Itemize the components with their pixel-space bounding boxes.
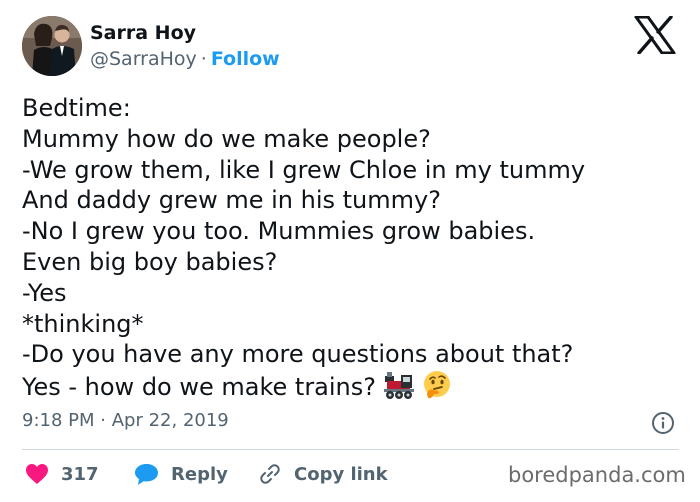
tweet-line: -Do you have any more questions about th… — [22, 340, 574, 369]
thinking-face-icon — [424, 371, 451, 399]
tweet-line: -We grow them, like I grew Chloe in my t… — [22, 155, 586, 184]
tweet-line: -No I grew you too. Mummies grow babies. — [22, 217, 536, 246]
tweet-date: Apr 22, 2019 — [111, 410, 229, 431]
author-display-name[interactable]: Sarra Hoy — [90, 22, 196, 44]
author-handle[interactable]: @SarraHoy — [90, 48, 197, 70]
separator-dot: · — [100, 410, 106, 431]
tweet-card: Sarra Hoy @SarraHoy · Follow Bedtime: Mumm… — [0, 0, 700, 502]
tweet-time: 9:18 PM — [22, 410, 95, 431]
tweet-line: And daddy grew me in his tummy? — [22, 186, 441, 215]
info-icon[interactable] — [651, 411, 675, 435]
link-icon — [260, 464, 280, 484]
follow-button[interactable]: Follow — [211, 48, 280, 70]
x-logo-icon[interactable] — [634, 16, 676, 54]
avatar-photo — [22, 16, 82, 76]
tweet-text: Bedtime: Mummy how do we make people? -W… — [22, 93, 682, 403]
tweet-timestamp[interactable]: 9:18 PM · Apr 22, 2019 — [22, 410, 229, 431]
like-button[interactable]: 317 — [25, 458, 99, 490]
steam-locomotive-icon — [384, 372, 415, 400]
tweet-line: Yes - how do we make trains? — [22, 373, 377, 402]
copy-link-label: Copy link — [294, 463, 388, 485]
reply-label: Reply — [171, 463, 228, 485]
tweet-line: Mummy how do we make people? — [22, 124, 431, 153]
copy-link-button[interactable]: Copy link — [258, 458, 388, 490]
separator-dot: · — [200, 48, 207, 70]
avatar[interactable] — [22, 16, 82, 76]
tweet-line: *thinking* — [22, 309, 144, 338]
watermark: boredpanda.com — [508, 463, 686, 487]
reply-bubble-icon — [135, 463, 158, 485]
heart-icon — [26, 464, 48, 484]
tweet-line: Even big boy babies? — [22, 247, 278, 276]
tweet-line: -Yes — [22, 278, 67, 307]
author-handle-row: @SarraHoy · Follow — [90, 48, 280, 70]
divider — [22, 449, 679, 450]
like-count: 317 — [61, 463, 99, 485]
reply-button[interactable]: Reply — [134, 458, 228, 490]
tweet-last-line: Yes - how do we make trains? — [22, 370, 682, 403]
tweet-line: Bedtime: — [22, 94, 131, 122]
